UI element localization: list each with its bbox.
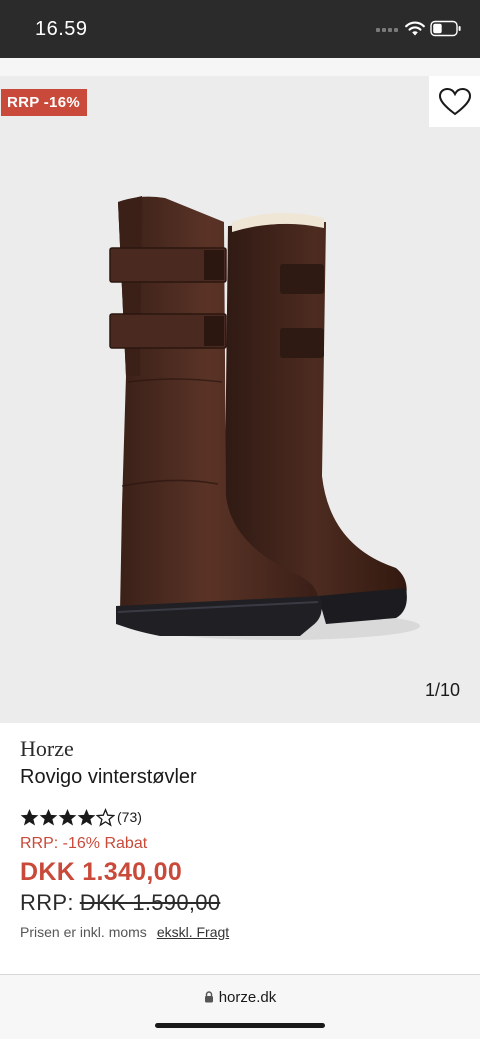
rrp-label: RRP: [20, 890, 74, 915]
product-image [109, 196, 420, 640]
shipping-link[interactable]: ekskl. Fragt [157, 924, 229, 940]
star-icon [77, 808, 96, 825]
discount-badge: RRP -16% [1, 89, 87, 116]
vat-note: Prisen er inkl. moms [20, 924, 147, 940]
product-info: Horze Rovigo vinterstøvler (73) RRP: -16… [20, 736, 460, 941]
rrp-price: DKK 1.590,00 [79, 890, 221, 915]
product-image-carousel[interactable]: RRP -16% 1/10 [0, 76, 480, 723]
url-field[interactable]: horze.dk [0, 989, 480, 1006]
url-text: horze.dk [218, 989, 277, 1006]
home-indicator[interactable] [155, 1023, 325, 1028]
lock-icon [204, 991, 213, 1003]
heart-icon [438, 87, 471, 115]
product-rating[interactable]: (73) [20, 806, 460, 828]
product-title: Rovigo vinterstøvler [20, 766, 197, 788]
star-icon [20, 808, 39, 825]
wifi-icon [405, 21, 425, 36]
review-count: (73) [117, 809, 142, 825]
rrp-price-row: RRP: DKK 1.590,00 [20, 889, 460, 917]
vat-note-row: Prisen er inkl. moms ekskl. Fragt [20, 923, 460, 941]
browser-address-bar[interactable]: horze.dk [0, 974, 480, 1039]
image-counter: 1/10 [424, 680, 460, 700]
star-icon [39, 808, 58, 825]
brand-name[interactable]: Horze [20, 736, 460, 762]
sale-price: DKK 1.340,00 [20, 858, 183, 886]
discount-label: RRP: -16% Rabat [20, 835, 148, 852]
cellular-signal-icon [376, 28, 398, 32]
page-top-spacer [0, 58, 480, 76]
status-time: 16.59 [35, 18, 88, 40]
status-bar: 16.59 [0, 0, 480, 58]
battery-icon [430, 20, 461, 37]
star-outline-icon [96, 807, 115, 827]
star-icon [58, 808, 77, 825]
wishlist-button[interactable] [429, 76, 480, 127]
